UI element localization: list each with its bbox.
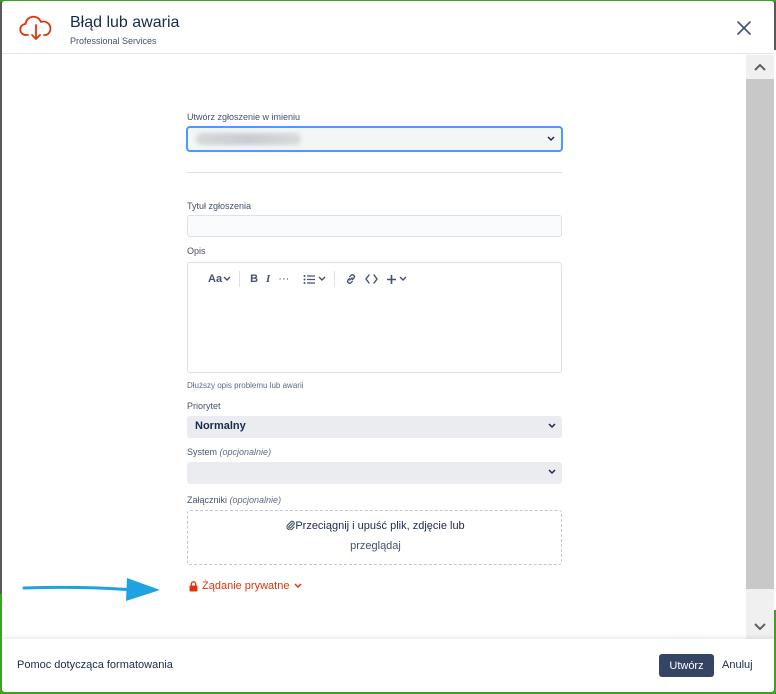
cancel-button[interactable]: Anuluj [722, 659, 753, 671]
service-desk-name: Professional Services [70, 36, 157, 46]
dialog-header: Błąd lub awaria Professional Services [2, 1, 774, 54]
summary-label: Tytuł zgłoszenia [187, 201, 252, 211]
system-label: System (opcjonalnie) [187, 447, 271, 457]
toolbar-separator [239, 271, 241, 287]
priority-label: Priorytet [187, 401, 221, 411]
attachments-dropzone[interactable]: Przeciągnij i upuść plik, zdjęcie lub pr… [187, 510, 562, 565]
chevron-down-icon [548, 423, 556, 429]
priority-select[interactable]: Normalny [187, 416, 562, 438]
italic-button[interactable]: I [266, 270, 270, 288]
paperclip-icon [286, 520, 296, 531]
dialog-body: Utwórz zgłoszenie w imieniu Tytuł zgłosz… [2, 55, 746, 639]
annotation-arrow [22, 578, 160, 601]
chevron-down-icon [548, 469, 556, 475]
insert-button[interactable] [386, 270, 407, 288]
plus-icon [387, 274, 397, 284]
dropzone-instructions: Przeciągnij i upuść plik, zdjęcie lub [188, 520, 563, 532]
system-select[interactable] [187, 462, 562, 484]
create-request-dialog: Błąd lub awaria Professional Services Ut… [2, 1, 774, 692]
private-request-toggle[interactable]: Żądanie prywatne [189, 580, 302, 592]
section-divider [187, 172, 562, 173]
attachments-label-text: Załączniki [187, 495, 228, 505]
description-label: Opis [187, 246, 206, 256]
chevron-down-icon [294, 583, 302, 589]
redacted-user-name [196, 133, 301, 145]
editor-toolbar: Aa B I ··· [208, 270, 415, 288]
scroll-down-icon[interactable] [746, 615, 774, 639]
bold-button[interactable]: B [250, 270, 258, 288]
on-behalf-label: Utwórz zgłoszenie w imieniu [187, 112, 301, 122]
description-editor[interactable]: Aa B I ··· [187, 262, 562, 373]
chevron-down-icon [318, 276, 326, 281]
lock-icon [189, 580, 198, 591]
code-button[interactable] [365, 270, 379, 288]
browse-link[interactable]: przeglądaj [188, 540, 563, 552]
list-button[interactable] [303, 270, 326, 288]
dialog-title: Błąd lub awaria [70, 14, 180, 31]
on-behalf-select[interactable] [187, 127, 562, 151]
link-icon [347, 274, 356, 284]
system-optional-marker: (opcjonalnie) [219, 447, 272, 457]
link-button[interactable] [345, 270, 357, 288]
close-icon[interactable] [734, 18, 754, 38]
cloud-download-icon [19, 15, 52, 40]
bullet-list-icon [303, 274, 316, 284]
text-style-button[interactable]: Aa [208, 270, 231, 288]
attachments-label: Załączniki (opcjonalnie) [187, 495, 281, 505]
attachments-optional-marker: (opcjonalnie) [229, 495, 282, 505]
summary-input[interactable] [187, 215, 562, 237]
dialog-footer: Pomoc dotycząca formatowania Utwórz Anul… [2, 639, 774, 692]
private-request-label: Żądanie prywatne [202, 580, 290, 592]
scrollbar-thumb[interactable] [746, 79, 774, 589]
chevron-down-icon [547, 136, 555, 142]
scroll-up-icon[interactable] [746, 55, 774, 79]
chevron-down-icon [223, 276, 231, 281]
vertical-scrollbar[interactable] [746, 55, 774, 639]
chevron-down-icon [399, 276, 407, 281]
formatting-help-link[interactable]: Pomoc dotycząca formatowania [17, 659, 173, 671]
dropzone-text: Przeciągnij i upuść plik, zdjęcie lub [295, 520, 465, 532]
more-formatting-button[interactable]: ··· [278, 270, 289, 288]
system-label-text: System [187, 447, 218, 457]
create-button[interactable]: Utwórz [659, 654, 714, 677]
description-helper-text: Dłuższy opis problemu lub awarii [187, 381, 304, 390]
text-style-label: Aa [208, 273, 223, 285]
priority-value: Normalny [195, 420, 246, 432]
code-icon [365, 274, 379, 284]
toolbar-separator [334, 271, 336, 287]
